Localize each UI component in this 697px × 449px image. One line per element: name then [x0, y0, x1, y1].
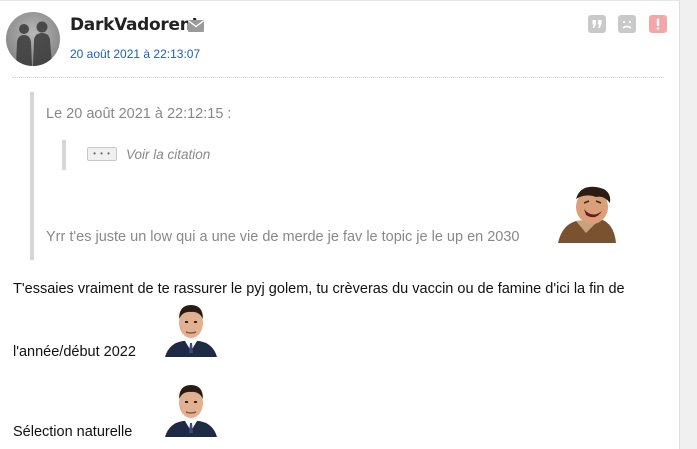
quote-bar [30, 92, 34, 260]
man-in-suit-sticker [161, 301, 221, 357]
post-body-line-1: T'essaies vraiment de te rassurer le pyj… [13, 281, 625, 297]
post-body-line-3: Sélection naturelle [13, 424, 133, 440]
laughing-man-sticker [556, 185, 618, 243]
post-date-link[interactable]: 20 août 2021 à 22:13:07 [70, 47, 200, 61]
header-divider [12, 77, 664, 78]
expand-quote-button[interactable]: • • • [87, 147, 117, 161]
forum-post: DarkVadorent 20 août 2021 à 22:13:07 Le … [0, 0, 680, 449]
author-avatar[interactable] [6, 12, 60, 66]
post-body-line-2: l'année/début 2022 [13, 344, 136, 360]
author-name[interactable]: DarkVadorent [70, 15, 200, 35]
nested-quote-bar [62, 140, 66, 170]
quote-icon[interactable] [588, 15, 606, 33]
exclamation-icon[interactable] [649, 15, 667, 33]
quoted-message: Yrr t'es juste un low qui a une vie de m… [46, 229, 520, 245]
sad-face-icon[interactable] [618, 15, 636, 33]
quote-header: Le 20 août 2021 à 22:12:15 : [46, 106, 232, 122]
envelope-icon[interactable] [188, 19, 204, 37]
see-quote-label[interactable]: Voir la citation [126, 147, 210, 162]
man-in-suit-sticker [161, 381, 221, 437]
